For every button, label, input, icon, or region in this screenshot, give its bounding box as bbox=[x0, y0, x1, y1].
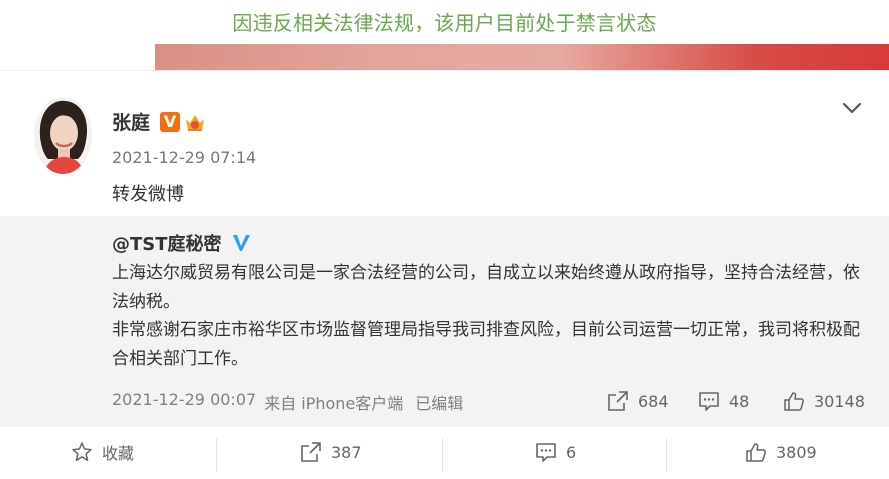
repost-comment-button[interactable]: 48 bbox=[698, 389, 749, 413]
post-timestamp[interactable]: 2021-12-29 07:14 bbox=[112, 148, 256, 167]
comment-count: 6 bbox=[566, 442, 577, 462]
repost-share-button[interactable]: 684 bbox=[607, 389, 669, 413]
divider bbox=[442, 438, 443, 472]
avatar[interactable] bbox=[34, 97, 92, 174]
share-count: 387 bbox=[331, 442, 362, 462]
divider bbox=[216, 438, 217, 472]
share-button[interactable]: 387 bbox=[300, 437, 362, 467]
repost-source: 来自 iPhone客户端 bbox=[264, 394, 404, 413]
author-name[interactable]: 张庭 bbox=[112, 108, 150, 135]
ban-banner: 因违反相关法律法规，该用户目前处于禁言状态 bbox=[0, 0, 889, 70]
favorite-label: 收藏 bbox=[102, 444, 135, 463]
repost-paragraph: 非常感谢石家庄市裕华区市场监督管理局指导我司排查风险，目前公司运营一切正常，我司… bbox=[112, 320, 860, 369]
repost-share-count: 684 bbox=[638, 391, 669, 411]
share-icon bbox=[608, 391, 628, 411]
ban-notice: 因违反相关法律法规，该用户目前处于禁言状态 bbox=[232, 11, 657, 35]
repost-time[interactable]: 2021-12-29 00:07 bbox=[112, 390, 256, 414]
divider bbox=[666, 438, 667, 472]
star-icon bbox=[72, 442, 92, 462]
comment-icon bbox=[699, 392, 719, 411]
thumbs-up-icon bbox=[746, 443, 766, 462]
edited-label[interactable]: 已编辑 bbox=[415, 390, 463, 414]
repost-like-count: 30148 bbox=[814, 391, 865, 411]
comment-button[interactable]: 6 bbox=[535, 437, 576, 467]
post-text: 转发微博 bbox=[112, 184, 184, 205]
repost-author-name[interactable]: @TST庭秘密 bbox=[112, 230, 222, 256]
post-author-row: 张庭 V bbox=[112, 108, 207, 135]
like-count: 3809 bbox=[776, 442, 817, 462]
cover-photo bbox=[155, 44, 889, 70]
repost-paragraph: 上海达尔威贸易有限公司是一家合法经营的公司，自成立以来始终遵从政府指导，坚持合法… bbox=[112, 263, 860, 312]
verified-badge-icon: V bbox=[160, 111, 181, 132]
blue-verified-icon bbox=[232, 235, 250, 251]
repost-body: 上海达尔威贸易有限公司是一家合法经营的公司，自成立以来始终遵从政府指导，坚持合法… bbox=[112, 259, 864, 373]
repost-like-button[interactable]: 30148 bbox=[783, 389, 865, 413]
comment-icon bbox=[536, 443, 556, 462]
thumbs-up-icon bbox=[784, 392, 804, 411]
repost-author-row: @TST庭秘密 bbox=[112, 230, 252, 256]
vip-crown-icon bbox=[186, 114, 205, 131]
divider bbox=[0, 70, 889, 71]
favorite-button[interactable]: 收藏 bbox=[71, 437, 134, 467]
like-button[interactable]: 3809 bbox=[745, 437, 817, 467]
action-bar: 收藏 387 6 3809 bbox=[0, 427, 889, 479]
repost-comment-count: 48 bbox=[729, 391, 750, 411]
share-icon bbox=[301, 442, 321, 462]
repost-meta: 2021-12-29 00:07 来自 iPhone客户端 已编辑 bbox=[112, 390, 471, 414]
chevron-down-icon[interactable] bbox=[838, 96, 866, 120]
